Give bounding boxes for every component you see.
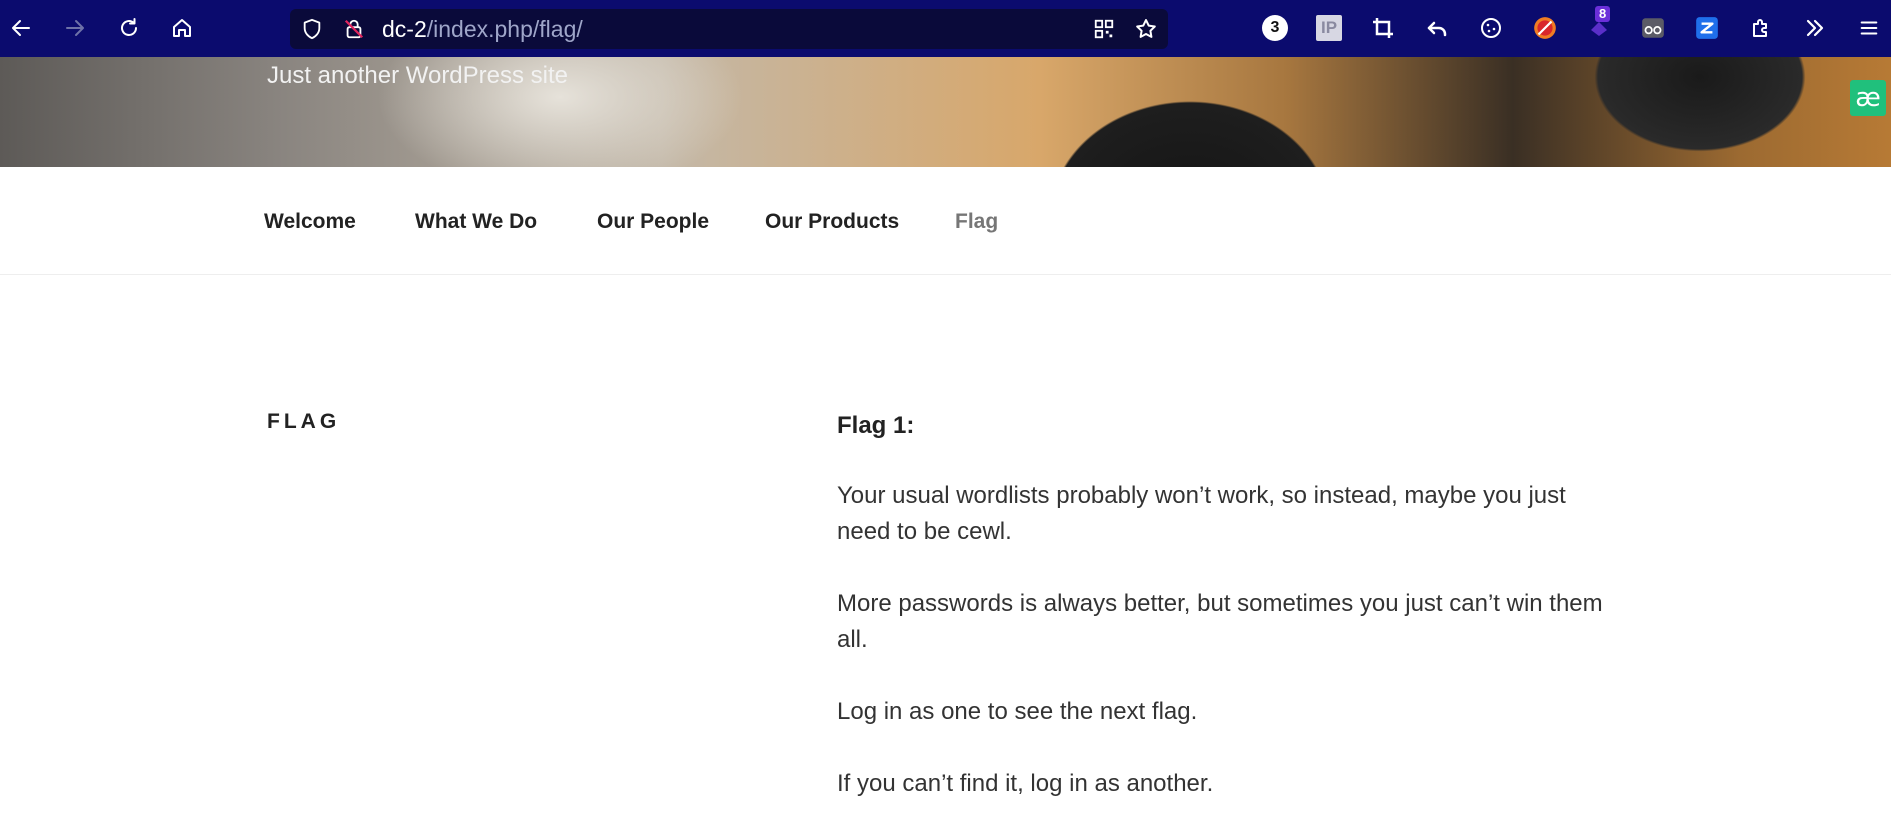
crop-icon bbox=[1373, 18, 1393, 38]
shield-icon[interactable] bbox=[300, 17, 324, 41]
puzzle-icon bbox=[1753, 19, 1767, 37]
home-button[interactable] bbox=[164, 10, 200, 46]
entry-content: Flag 1: Your usual wordlists probably wo… bbox=[837, 408, 1617, 835]
content-paragraph: Your usual wordlists probably won’t work… bbox=[837, 482, 1566, 545]
url-bar[interactable]: dc-2/index.php/flag/ bbox=[290, 9, 1168, 49]
counter-badge: 3 bbox=[1262, 15, 1288, 41]
url-text[interactable]: dc-2/index.php/flag/ bbox=[382, 17, 583, 41]
header-image: Just another WordPress site æ bbox=[0, 57, 1891, 167]
bookmark-star-icon[interactable] bbox=[1134, 17, 1158, 41]
site-navigation: Welcome What We Do Our People Our Produc… bbox=[0, 167, 1891, 275]
content-paragraph: More passwords is always better, but som… bbox=[837, 590, 1603, 653]
z-extension-button[interactable] bbox=[1691, 12, 1723, 44]
cookie-extension-button[interactable] bbox=[1475, 12, 1507, 44]
arrow-right-icon bbox=[66, 20, 84, 36]
url-path: /index.php/flag/ bbox=[426, 16, 583, 42]
undo-extension-button[interactable] bbox=[1421, 12, 1453, 44]
z-icon bbox=[1696, 17, 1718, 39]
home-icon bbox=[173, 19, 191, 37]
extensions-button[interactable] bbox=[1745, 12, 1777, 44]
nav-item-our-products[interactable]: Our Products bbox=[765, 210, 899, 234]
reader-extension-button[interactable] bbox=[1637, 12, 1669, 44]
reload-icon bbox=[121, 18, 137, 36]
reload-button[interactable] bbox=[111, 10, 147, 46]
ip-extension-button[interactable]: IP bbox=[1313, 12, 1345, 44]
notification-count-badge: 8 bbox=[1595, 6, 1611, 22]
ip-label: IP bbox=[1316, 15, 1342, 41]
content-paragraph: If you can’t find it, log in as another. bbox=[837, 770, 1214, 797]
insecure-lock-icon[interactable] bbox=[342, 17, 366, 41]
notification-extension-button[interactable]: 8 bbox=[1583, 6, 1615, 44]
nav-item-what-we-do[interactable]: What We Do bbox=[415, 210, 537, 234]
site-tagline: Just another WordPress site bbox=[267, 62, 569, 89]
nav-item-flag[interactable]: Flag bbox=[955, 210, 998, 234]
blocked-extension-button[interactable] bbox=[1529, 12, 1561, 44]
url-host: dc-2 bbox=[382, 16, 427, 42]
counter-extension-button[interactable]: 3 bbox=[1259, 12, 1291, 44]
forward-button[interactable] bbox=[57, 10, 93, 46]
overflow-button[interactable] bbox=[1799, 12, 1831, 44]
browser-toolbar: dc-2/index.php/flag/ 3 IP 8 bbox=[0, 0, 1891, 57]
content-paragraph: Log in as one to see the next flag. bbox=[837, 698, 1198, 725]
crop-extension-button[interactable] bbox=[1367, 12, 1399, 44]
nav-item-welcome[interactable]: Welcome bbox=[264, 210, 356, 234]
flag-heading: Flag 1: bbox=[837, 412, 915, 439]
ae-extension-icon[interactable]: æ bbox=[1850, 80, 1886, 116]
arrow-left-icon bbox=[12, 20, 30, 36]
menu-button[interactable] bbox=[1853, 12, 1885, 44]
page-title: FLAG bbox=[267, 410, 341, 433]
qr-code-icon[interactable] bbox=[1092, 17, 1116, 41]
double-chevron-right-icon bbox=[1806, 19, 1824, 37]
glasses-icon bbox=[1642, 18, 1664, 38]
nav-item-our-people[interactable]: Our People bbox=[597, 210, 709, 234]
back-button[interactable] bbox=[3, 10, 39, 46]
undo-icon bbox=[1427, 21, 1447, 37]
hamburger-icon bbox=[1860, 21, 1878, 35]
blocked-icon bbox=[1534, 17, 1556, 39]
cookie-icon bbox=[1481, 18, 1501, 38]
